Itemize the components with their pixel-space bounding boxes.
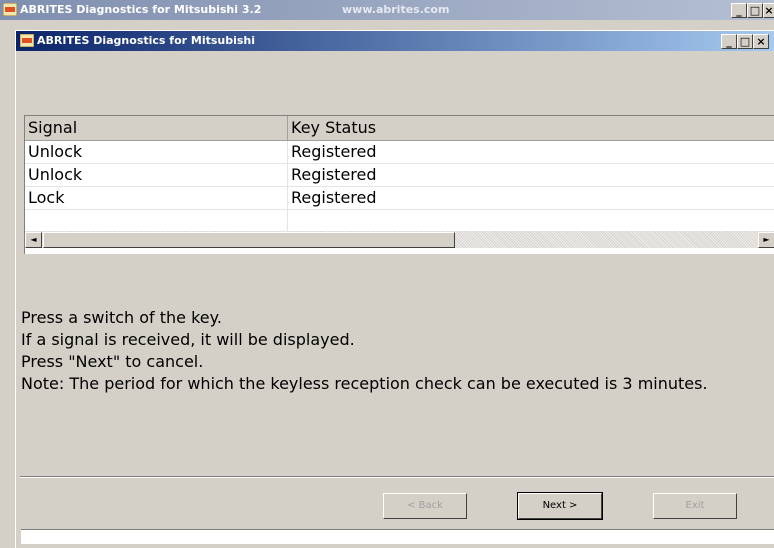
table-row[interactable]: Unlock Registered xyxy=(25,141,774,164)
instruction-line-1: Press a switch of the key. xyxy=(21,308,222,327)
key-status-cell: Registered xyxy=(291,188,377,207)
next-button[interactable]: Next > xyxy=(517,492,603,520)
inner-minimize-button[interactable]: _ xyxy=(721,34,737,49)
table-row[interactable] xyxy=(25,210,774,232)
outer-title-bar[interactable]: ABRITES Diagnostics for Mitsubishi 3.2 w… xyxy=(0,0,774,20)
outer-window-title: ABRITES Diagnostics for Mitsubishi 3.2 xyxy=(20,3,262,16)
column-header-signal[interactable]: Signal xyxy=(25,116,288,140)
maximize-button[interactable]: □ xyxy=(747,3,763,18)
horizontal-scrollbar[interactable]: ◄ ► xyxy=(25,231,774,248)
inner-window-title: ABRITES Diagnostics for Mitsubishi xyxy=(37,34,256,47)
key-status-cell: Registered xyxy=(291,142,377,161)
back-button[interactable]: < Back xyxy=(383,493,467,519)
key-signal-table[interactable]: Signal Key Status Unlock Registered Unlo… xyxy=(24,115,774,254)
minimize-button[interactable]: _ xyxy=(731,3,747,18)
signal-cell: Unlock xyxy=(25,141,288,163)
separator xyxy=(20,476,774,478)
app-icon xyxy=(20,34,34,47)
instruction-line-2: If a signal is received, it will be disp… xyxy=(21,330,355,349)
close-button[interactable]: × xyxy=(763,3,774,18)
instruction-line-3: Press "Next" to cancel. xyxy=(21,352,204,371)
signal-cell: Lock xyxy=(25,187,288,209)
scrollbar-thumb[interactable] xyxy=(43,232,455,248)
exit-button[interactable]: Exit xyxy=(653,493,737,519)
signal-cell: Unlock xyxy=(25,164,288,186)
website-url: www.abrites.com xyxy=(342,3,450,16)
signal-cell xyxy=(25,210,288,232)
table-row[interactable]: Unlock Registered xyxy=(25,164,774,187)
inner-close-button[interactable]: × xyxy=(753,34,769,49)
status-bar xyxy=(21,529,774,544)
scroll-right-icon[interactable]: ► xyxy=(758,232,774,248)
inner-window: ABRITES Diagnostics for Mitsubishi _ □ ×… xyxy=(15,30,774,548)
key-status-cell xyxy=(288,210,774,232)
table-row[interactable]: Lock Registered xyxy=(25,187,774,210)
inner-restore-button[interactable]: □ xyxy=(737,34,753,49)
key-status-cell: Registered xyxy=(291,165,377,184)
scroll-left-icon[interactable]: ◄ xyxy=(25,232,42,248)
column-header-key-status[interactable]: Key Status xyxy=(288,116,774,140)
app-icon xyxy=(3,3,17,16)
table-header: Signal Key Status xyxy=(25,116,774,141)
instruction-note: Note: The period for which the keyless r… xyxy=(21,374,708,393)
inner-title-bar[interactable]: ABRITES Diagnostics for Mitsubishi _ □ × xyxy=(16,31,774,51)
